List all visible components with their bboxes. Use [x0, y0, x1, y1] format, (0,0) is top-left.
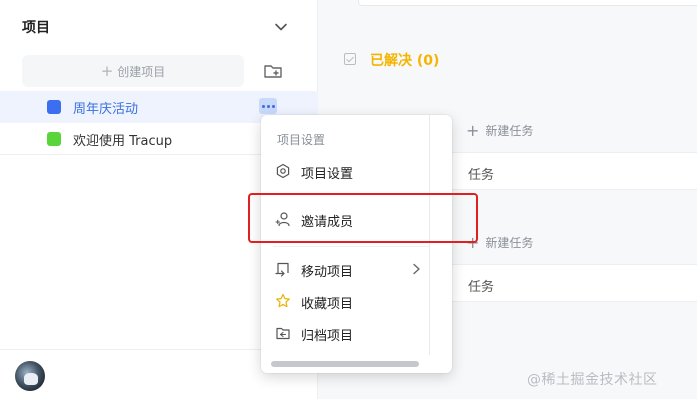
task-card: [358, 0, 697, 6]
menu-divider: [273, 246, 429, 247]
highlight-box: [248, 193, 478, 243]
chevron-right-icon: [413, 263, 420, 275]
create-project-label: 创建项目: [117, 64, 166, 79]
new-task-label: 新建任务: [485, 124, 534, 138]
menu-item-favorite-project[interactable]: 收藏项目: [261, 286, 429, 316]
project-name: 欢迎使用 Tracup: [73, 133, 173, 149]
archive-icon: [276, 327, 290, 340]
task-row-label: 任务: [468, 168, 495, 183]
menu-heading: 项目设置: [277, 133, 326, 147]
task-row-label: 任务: [468, 280, 495, 295]
menu-item-label: 移动项目: [301, 265, 354, 280]
menu-item-label: 归档项目: [301, 329, 354, 344]
task-row[interactable]: 任务: [428, 264, 697, 302]
project-context-menu: 项目设置 项目设置 邀请成员 移动项目 收藏项目 归档项目: [261, 115, 452, 373]
collapse-toggle-icon[interactable]: [344, 53, 356, 65]
watermark: @稀土掘金技术社区: [527, 372, 658, 388]
menu-item-move-project[interactable]: 移动项目: [261, 254, 429, 284]
avatar[interactable]: [15, 361, 45, 391]
project-color-dot: [47, 132, 61, 146]
chevron-down-icon[interactable]: [270, 16, 292, 38]
project-name: 周年庆活动: [73, 101, 139, 117]
new-task-label: 新建任务: [485, 236, 534, 250]
sidebar-title: 项目: [22, 20, 50, 36]
gear-icon: [276, 163, 290, 179]
horizontal-scrollbar[interactable]: [271, 361, 419, 367]
star-icon: [276, 293, 290, 308]
menu-item-label: 项目设置: [301, 167, 354, 182]
create-project-button[interactable]: + 创建项目: [22, 55, 244, 87]
plus-icon: +: [466, 121, 480, 140]
menu-item-archive-project[interactable]: 归档项目: [261, 318, 429, 348]
new-task-button[interactable]: + 新建任务: [466, 121, 533, 140]
menu-item-label: 收藏项目: [301, 297, 354, 312]
menu-item-project-settings[interactable]: 项目设置: [261, 156, 429, 186]
more-options-icon[interactable]: [259, 98, 277, 114]
task-row[interactable]: 任务: [428, 152, 697, 190]
project-color-dot: [47, 100, 61, 114]
resolved-section-title: 已解决 (0): [370, 53, 440, 69]
move-icon: [275, 262, 289, 277]
plus-icon: +: [100, 62, 114, 80]
folder-add-icon[interactable]: [262, 60, 284, 82]
